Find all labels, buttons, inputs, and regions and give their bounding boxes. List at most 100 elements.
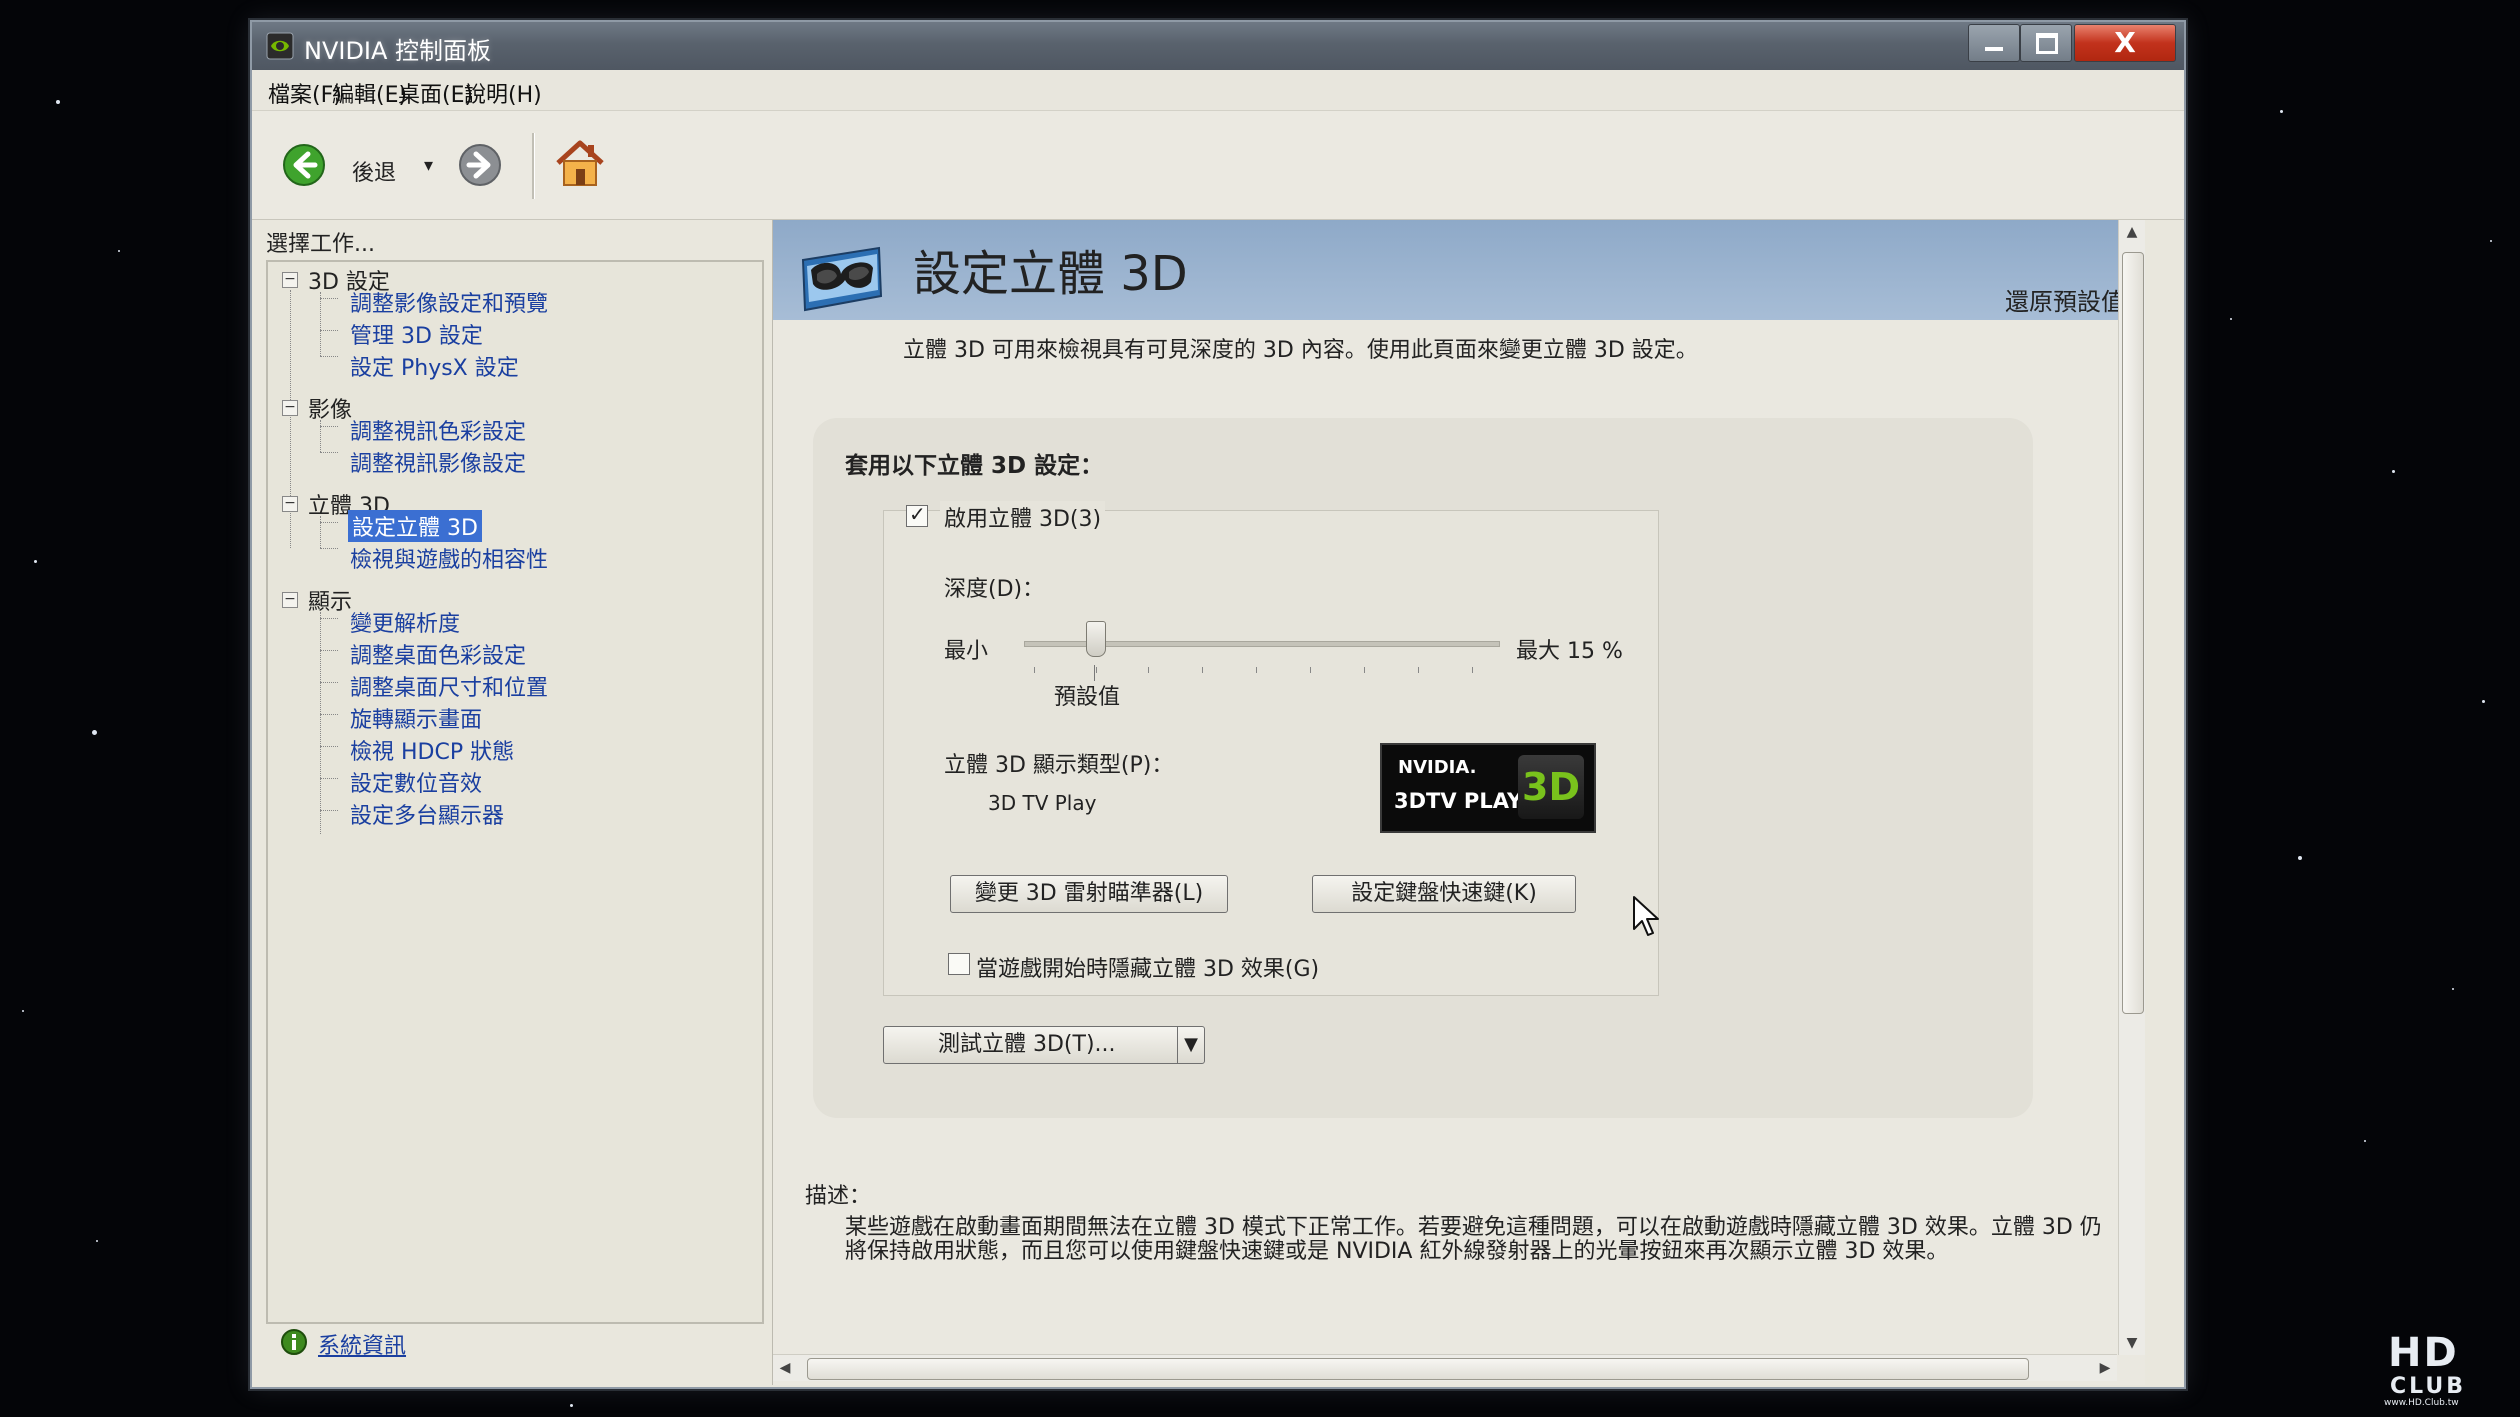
- set-hotkeys-button[interactable]: 設定鍵盤快速鍵(K): [1312, 875, 1576, 913]
- tree-line: [320, 356, 338, 357]
- tree-line: [320, 650, 338, 651]
- depth-slider-thumb[interactable]: [1086, 621, 1106, 657]
- star: [2482, 700, 2485, 703]
- tree-category-display[interactable]: 顯示: [308, 584, 352, 616]
- tree-line: [320, 746, 338, 747]
- star: [2280, 110, 2283, 113]
- tree-item-video-color[interactable]: 調整視訊色彩設定: [350, 414, 526, 446]
- tree-line: [320, 516, 321, 548]
- back-arrow-icon[interactable]: [282, 143, 326, 187]
- tree-line: [320, 618, 338, 619]
- tree-item-adjust-image-settings[interactable]: 調整影像設定和預覽: [350, 286, 548, 318]
- vertical-scroll-thumb[interactable]: [2122, 252, 2144, 1014]
- tree-item-set-stereo-3d-selected[interactable]: 設定立體 3D: [348, 510, 482, 542]
- depth-max-label: 最大 15 %: [1516, 639, 1623, 664]
- logo-brand: NVIDIA.: [1398, 757, 1477, 778]
- tree-line: [320, 714, 338, 715]
- menu-edit[interactable]: 編輯(E): [332, 77, 407, 109]
- horizontal-scrollbar[interactable]: ◀ ▶: [773, 1354, 2117, 1381]
- system-info-link[interactable]: 系統資訊: [318, 1328, 406, 1360]
- hide-on-game-start-label[interactable]: 當遊戲開始時隱藏立體 3D 效果(G): [976, 951, 1319, 983]
- scroll-left-icon[interactable]: ◀: [773, 1355, 797, 1381]
- hdclub-watermark: HD CLUB www.HD.Club.tw: [2382, 1330, 2502, 1408]
- test-stereo-3d-button[interactable]: 測試立體 3D(T)... ▼: [883, 1026, 1205, 1064]
- tree-item-physx[interactable]: 設定 PhysX 設定: [350, 350, 519, 382]
- task-tree: − 3D 設定 調整影像設定和預覽 管理 3D 設定 設定 PhysX 設定 −…: [266, 260, 764, 1324]
- tree-item-manage-3d-settings[interactable]: 管理 3D 設定: [350, 318, 483, 350]
- restore-defaults-link[interactable]: 還原預設值: [2005, 282, 2125, 317]
- menu-file[interactable]: 檔案(F): [268, 77, 342, 109]
- slider-tick: [1472, 667, 1473, 673]
- depth-min-label: 最小: [944, 639, 989, 664]
- tree-line: [320, 778, 338, 779]
- tree-item-game-compatibility[interactable]: 檢視與遊戲的相容性: [350, 542, 548, 574]
- tree-item-desktop-size-position[interactable]: 調整桌面尺寸和位置: [350, 670, 548, 702]
- logo-3d-badge: 3D: [1518, 755, 1584, 819]
- star: [2230, 318, 2232, 320]
- tree-item-multiple-displays[interactable]: 設定多台顯示器: [350, 798, 504, 830]
- horizontal-scroll-thumb[interactable]: [807, 1358, 2029, 1380]
- tree-collapse-toggle[interactable]: −: [282, 272, 298, 288]
- back-label[interactable]: 後退: [352, 155, 396, 187]
- tree-line: [320, 292, 321, 356]
- star: [2298, 856, 2302, 860]
- tree-item-hdcp-status[interactable]: 檢視 HDCP 狀態: [350, 734, 514, 766]
- stereo-settings-panel: 套用以下立體 3D 設定： 啟用立體 3D(3) 深度(D)： 最小 最大 15…: [813, 418, 2033, 1118]
- content-pane: 設定立體 3D 還原預設值 立體 3D 可用來檢視具有可見深度的 3D 內容。使…: [772, 220, 2145, 1385]
- star: [2392, 470, 2395, 473]
- tree-item-rotate-display[interactable]: 旋轉顯示畫面: [350, 702, 482, 734]
- slider-tick: [1202, 667, 1203, 673]
- close-button[interactable]: X: [2074, 24, 2176, 62]
- home-icon[interactable]: [554, 139, 606, 189]
- page-title: 設定立體 3D: [913, 246, 1188, 302]
- window-title: NVIDIA 控制面板: [304, 37, 492, 65]
- tree-line: [320, 810, 338, 811]
- scroll-down-icon[interactable]: ▼: [2119, 1331, 2145, 1355]
- forward-arrow-icon[interactable]: [458, 143, 502, 187]
- tree-collapse-toggle[interactable]: −: [282, 400, 298, 416]
- tree-item-digital-audio[interactable]: 設定數位音效: [350, 766, 482, 798]
- minimize-button[interactable]: [1968, 24, 2020, 62]
- slider-tick: [1256, 667, 1257, 673]
- page-intro: 立體 3D 可用來檢視具有可見深度的 3D 內容。使用此頁面來變更立體 3D 設…: [903, 338, 1698, 363]
- slider-tick: [1418, 667, 1419, 673]
- watermark-club-text: CLUB: [2390, 1374, 2467, 1399]
- depth-label: 深度(D)：: [944, 577, 1045, 602]
- scroll-right-icon[interactable]: ▶: [2093, 1355, 2117, 1381]
- scroll-up-icon[interactable]: ▲: [2119, 220, 2145, 244]
- tree-collapse-toggle[interactable]: −: [282, 496, 298, 512]
- enable-stereo-label[interactable]: 啟用立體 3D(3): [940, 501, 1106, 533]
- nvidia-control-panel-window: NVIDIA 控制面板 X 檔案(F) 編輯(E) 桌面(E) 說明(H) 後退…: [250, 20, 2186, 1389]
- toolbar-separator: [532, 133, 535, 199]
- tree-item-desktop-color[interactable]: 調整桌面色彩設定: [350, 638, 526, 670]
- change-laser-sight-button[interactable]: 變更 3D 雷射瞄準器(L): [950, 875, 1228, 913]
- tree-item-video-image[interactable]: 調整視訊影像設定: [350, 446, 526, 478]
- maximize-button[interactable]: [2020, 24, 2072, 62]
- tree-line: [320, 426, 338, 427]
- star: [118, 250, 120, 252]
- watermark-url: www.HD.Club.tw: [2384, 1398, 2459, 1408]
- test-stereo-3d-label: 測試立體 3D(T)...: [938, 1032, 1116, 1057]
- tree-line: [320, 612, 321, 834]
- tree-collapse-toggle[interactable]: −: [282, 592, 298, 608]
- menu-desktop[interactable]: 桌面(E): [398, 77, 473, 109]
- close-icon: X: [2114, 26, 2136, 59]
- back-history-dropdown[interactable]: ▾: [424, 155, 433, 176]
- tree-item-change-resolution[interactable]: 變更解析度: [350, 606, 460, 638]
- mouse-cursor-icon: [1633, 896, 1659, 936]
- menu-help[interactable]: 說明(H): [464, 77, 542, 109]
- page-header: 設定立體 3D 還原預設值: [773, 220, 2145, 320]
- slider-tick: [1364, 667, 1365, 673]
- enable-stereo-checkbox[interactable]: [906, 502, 928, 527]
- star: [570, 1404, 573, 1407]
- title-bar[interactable]: NVIDIA 控制面板 X: [252, 22, 2184, 71]
- menu-bar: 檔案(F) 編輯(E) 桌面(E) 說明(H): [252, 70, 2184, 111]
- system-info-icon: [281, 1329, 307, 1355]
- slider-tick: [1148, 667, 1149, 673]
- display-type-label: 立體 3D 顯示類型(P)：: [944, 753, 1174, 778]
- chevron-down-icon[interactable]: ▼: [1177, 1027, 1204, 1063]
- vertical-scrollbar[interactable]: ▲ ▼: [2118, 220, 2145, 1355]
- hide-on-game-start-checkbox[interactable]: [948, 953, 970, 975]
- tree-category-video[interactable]: 影像: [308, 392, 352, 424]
- star: [22, 1010, 24, 1012]
